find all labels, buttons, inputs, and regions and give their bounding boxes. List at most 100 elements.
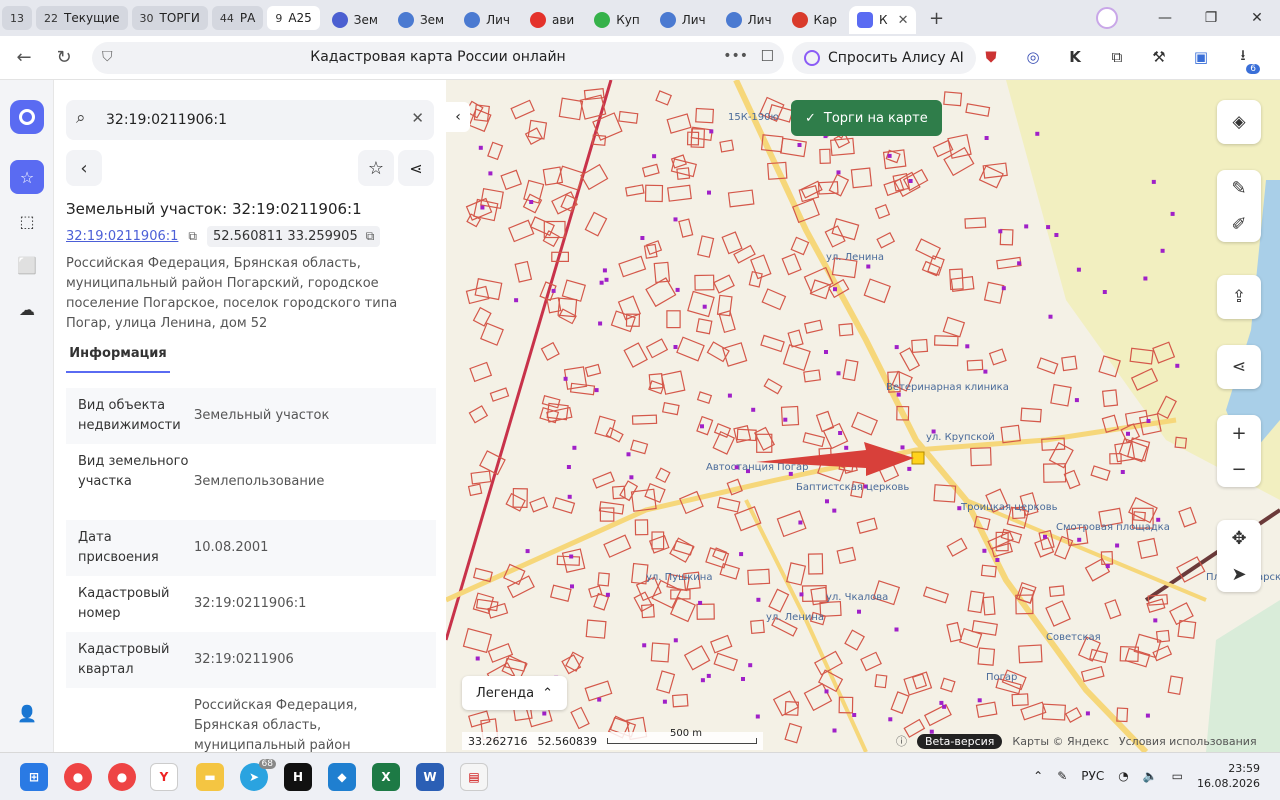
parcel[interactable] [980, 564, 997, 578]
parcel[interactable] [676, 336, 705, 362]
select-area-icon[interactable]: ⬜ [10, 248, 44, 282]
parcel[interactable] [850, 167, 873, 189]
parcel[interactable] [890, 691, 910, 715]
tab-lich-1[interactable]: Лич [456, 6, 518, 34]
chrome-icon[interactable]: ● [108, 763, 136, 791]
copy-icon[interactable]: ⧉ [188, 229, 197, 244]
parcel[interactable] [599, 507, 615, 522]
parcel[interactable] [829, 137, 855, 157]
terms-link[interactable]: Условия использования [1119, 735, 1257, 748]
parcel[interactable] [781, 253, 802, 276]
copy-icon[interactable]: ⧉ [366, 229, 375, 244]
wifi-icon[interactable]: ◔ [1118, 769, 1128, 783]
parcel[interactable] [1045, 600, 1071, 627]
parcel[interactable] [716, 496, 741, 513]
search-input[interactable] [106, 109, 396, 131]
parcel[interactable] [465, 197, 493, 221]
parcel[interactable] [923, 703, 952, 727]
parcel[interactable] [695, 318, 713, 335]
tab-zem-1[interactable]: Зем [324, 6, 386, 34]
parcel[interactable] [1084, 557, 1111, 582]
parcel[interactable] [651, 531, 665, 550]
parcel[interactable] [718, 310, 736, 334]
parcel[interactable] [661, 401, 680, 416]
tab-group-a25[interactable]: 9 А25 [267, 6, 320, 30]
shield-icon[interactable]: ⛊ [980, 46, 1002, 68]
parcel[interactable] [592, 471, 615, 489]
parcel[interactable] [712, 430, 736, 455]
parcel[interactable] [761, 288, 787, 311]
parcel[interactable] [1101, 389, 1119, 408]
tools-icon[interactable]: ⚒ [1148, 46, 1170, 68]
zoom-out-icon[interactable]: − [1217, 451, 1261, 487]
alice-button[interactable]: Спросить Алису AI [792, 42, 976, 74]
parcel[interactable] [1048, 585, 1065, 598]
parcel[interactable] [468, 405, 489, 424]
parcel[interactable] [656, 670, 676, 694]
url-box[interactable]: ⛉ Кадастровая карта России онлайн ••• ☐ [92, 42, 784, 74]
parcel[interactable] [558, 97, 584, 121]
parcel[interactable] [671, 693, 689, 708]
parcel[interactable] [563, 366, 588, 390]
parcel[interactable] [790, 236, 810, 256]
cadastral-number-link[interactable]: 32:19:0211906:1 [66, 229, 178, 244]
parcel[interactable] [959, 627, 983, 649]
parcel[interactable] [594, 415, 616, 439]
restore-icon[interactable]: ❐ [1188, 10, 1234, 26]
parcel[interactable] [747, 568, 771, 586]
cadastral-map[interactable]: 15К-190ю ул. Ленина Ветеринарная клиника Ав… [446, 80, 1280, 752]
parcel[interactable] [529, 216, 555, 237]
word-icon[interactable]: W [416, 763, 444, 791]
parcel[interactable] [784, 722, 803, 744]
parcel[interactable] [570, 706, 590, 730]
parcel[interactable] [487, 141, 504, 161]
parcel[interactable] [634, 519, 649, 536]
parcel[interactable] [469, 361, 493, 383]
parcel[interactable] [970, 447, 992, 467]
parcel[interactable] [605, 426, 624, 443]
parcel[interactable] [529, 496, 549, 513]
parcel[interactable] [851, 411, 878, 436]
parcel[interactable] [815, 410, 835, 433]
locate-icon[interactable]: ➤ [1217, 556, 1261, 592]
cloud-icon[interactable]: ☁ [10, 292, 44, 326]
parcel[interactable] [1178, 506, 1197, 528]
parcel[interactable] [565, 651, 585, 672]
parcel[interactable] [750, 619, 765, 635]
parcel[interactable] [911, 338, 929, 354]
parcel[interactable] [1109, 452, 1122, 465]
battery-icon[interactable]: ▭ [1172, 769, 1183, 783]
parcel[interactable] [782, 344, 811, 372]
parcel[interactable] [556, 555, 581, 566]
parcel[interactable] [678, 218, 694, 238]
telegram-icon[interactable]: ➤ 68 [240, 759, 276, 791]
parcel[interactable] [719, 139, 735, 153]
parcel[interactable] [943, 91, 963, 107]
puzzle-icon[interactable]: ⧉ [1106, 46, 1128, 68]
parcel[interactable] [1137, 537, 1159, 560]
ruler-icon[interactable]: ✎ [1217, 170, 1261, 206]
zoom-in-icon[interactable]: + [1217, 415, 1261, 451]
parcel[interactable] [975, 701, 998, 718]
parcel[interactable] [667, 184, 692, 202]
volume-icon[interactable]: 🔈 [1143, 769, 1158, 783]
back-arrow-icon[interactable]: ← [4, 47, 44, 68]
parcel[interactable] [933, 335, 959, 347]
parcel[interactable] [719, 562, 740, 580]
parcel[interactable] [876, 232, 896, 249]
parcel[interactable] [842, 359, 859, 382]
parcel[interactable] [787, 329, 804, 348]
parcel[interactable] [964, 217, 987, 229]
parcel[interactable] [697, 235, 715, 258]
lock-icon[interactable]: ▣ [1190, 46, 1212, 68]
parcel[interactable] [1080, 665, 1105, 683]
user-icon[interactable]: 👤 [10, 696, 44, 730]
parcel[interactable] [623, 342, 648, 368]
parcel[interactable] [1020, 407, 1042, 423]
legend-button[interactable]: Легенда ⌃ [462, 676, 567, 710]
parcel[interactable] [470, 470, 492, 485]
parcel[interactable] [644, 184, 664, 203]
parcel[interactable] [838, 323, 854, 337]
collapse-panel-button[interactable]: ‹ [446, 102, 470, 132]
parcel[interactable] [666, 113, 692, 134]
